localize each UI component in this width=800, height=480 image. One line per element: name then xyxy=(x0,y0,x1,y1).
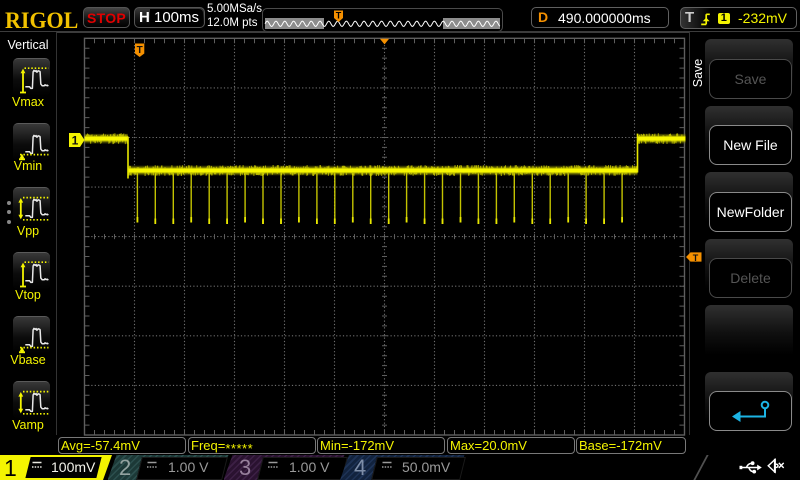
svg-text:T: T xyxy=(137,45,143,56)
svg-text:T: T xyxy=(336,11,342,21)
svg-text:1: 1 xyxy=(72,134,79,148)
svg-text:T: T xyxy=(693,253,699,263)
